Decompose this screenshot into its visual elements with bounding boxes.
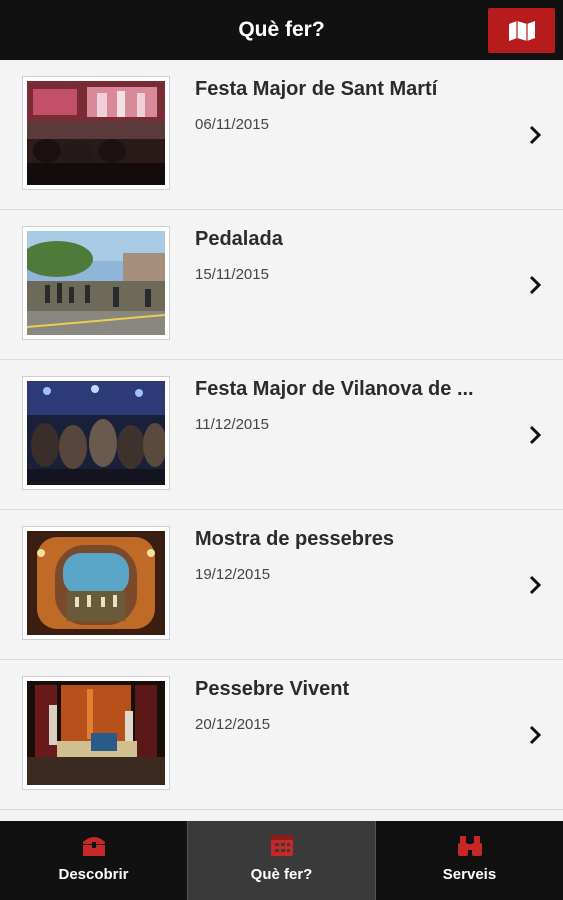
bottom-navigation: Descobrir Què fer? Serveis: [0, 821, 563, 900]
event-date: 20/12/2015: [195, 716, 271, 733]
event-date: 19/12/2015: [195, 566, 271, 583]
map-button[interactable]: [488, 8, 555, 53]
event-thumbnail: [22, 76, 170, 190]
event-title: Mostra de pessebres: [195, 528, 394, 550]
event-thumbnail: [22, 226, 170, 340]
tab-que-fer[interactable]: Què fer?: [187, 821, 376, 900]
treasure-chest-icon: [82, 837, 105, 856]
map-icon: [508, 20, 535, 41]
list-item[interactable]: Festa Major de Sant Martí 06/11/2015: [0, 60, 563, 210]
event-title: Pessebre Vivent: [195, 678, 350, 700]
event-date: 06/11/2015: [195, 116, 269, 133]
tab-label: Què fer?: [250, 866, 313, 883]
event-title: Festa Major de Sant Martí: [195, 78, 438, 100]
list-item[interactable]: Pedalada 15/11/2015: [0, 210, 563, 360]
event-list: Festa Major de Sant Martí 06/11/2015 Ped…: [0, 60, 563, 810]
list-item[interactable]: Pessebre Vivent 20/12/2015: [0, 660, 563, 810]
tab-serveis[interactable]: Serveis: [376, 821, 563, 900]
calendar-icon: [270, 835, 293, 856]
app-header: Què fer?: [0, 0, 563, 60]
list-item[interactable]: Mostra de pessebres 19/12/2015: [0, 510, 563, 660]
tab-label: Descobrir: [58, 866, 129, 883]
page-title: Què fer?: [238, 18, 325, 41]
chevron-right-icon: [529, 725, 542, 745]
chevron-right-icon: [529, 125, 542, 145]
event-date: 15/11/2015: [195, 266, 269, 283]
chevron-right-icon: [529, 575, 542, 595]
event-thumbnail: [22, 526, 170, 640]
chevron-right-icon: [529, 425, 542, 445]
event-title: Pedalada: [195, 228, 283, 250]
event-title: Festa Major de Vilanova de ...: [195, 378, 474, 400]
event-date: 11/12/2015: [195, 416, 269, 433]
event-thumbnail: [22, 376, 170, 490]
event-thumbnail: [22, 676, 170, 790]
binoculars-icon: [457, 836, 482, 856]
tab-descobrir[interactable]: Descobrir: [0, 821, 187, 900]
chevron-right-icon: [529, 275, 542, 295]
list-item[interactable]: Festa Major de Vilanova de ... 11/12/201…: [0, 360, 563, 510]
tab-label: Serveis: [442, 866, 497, 883]
